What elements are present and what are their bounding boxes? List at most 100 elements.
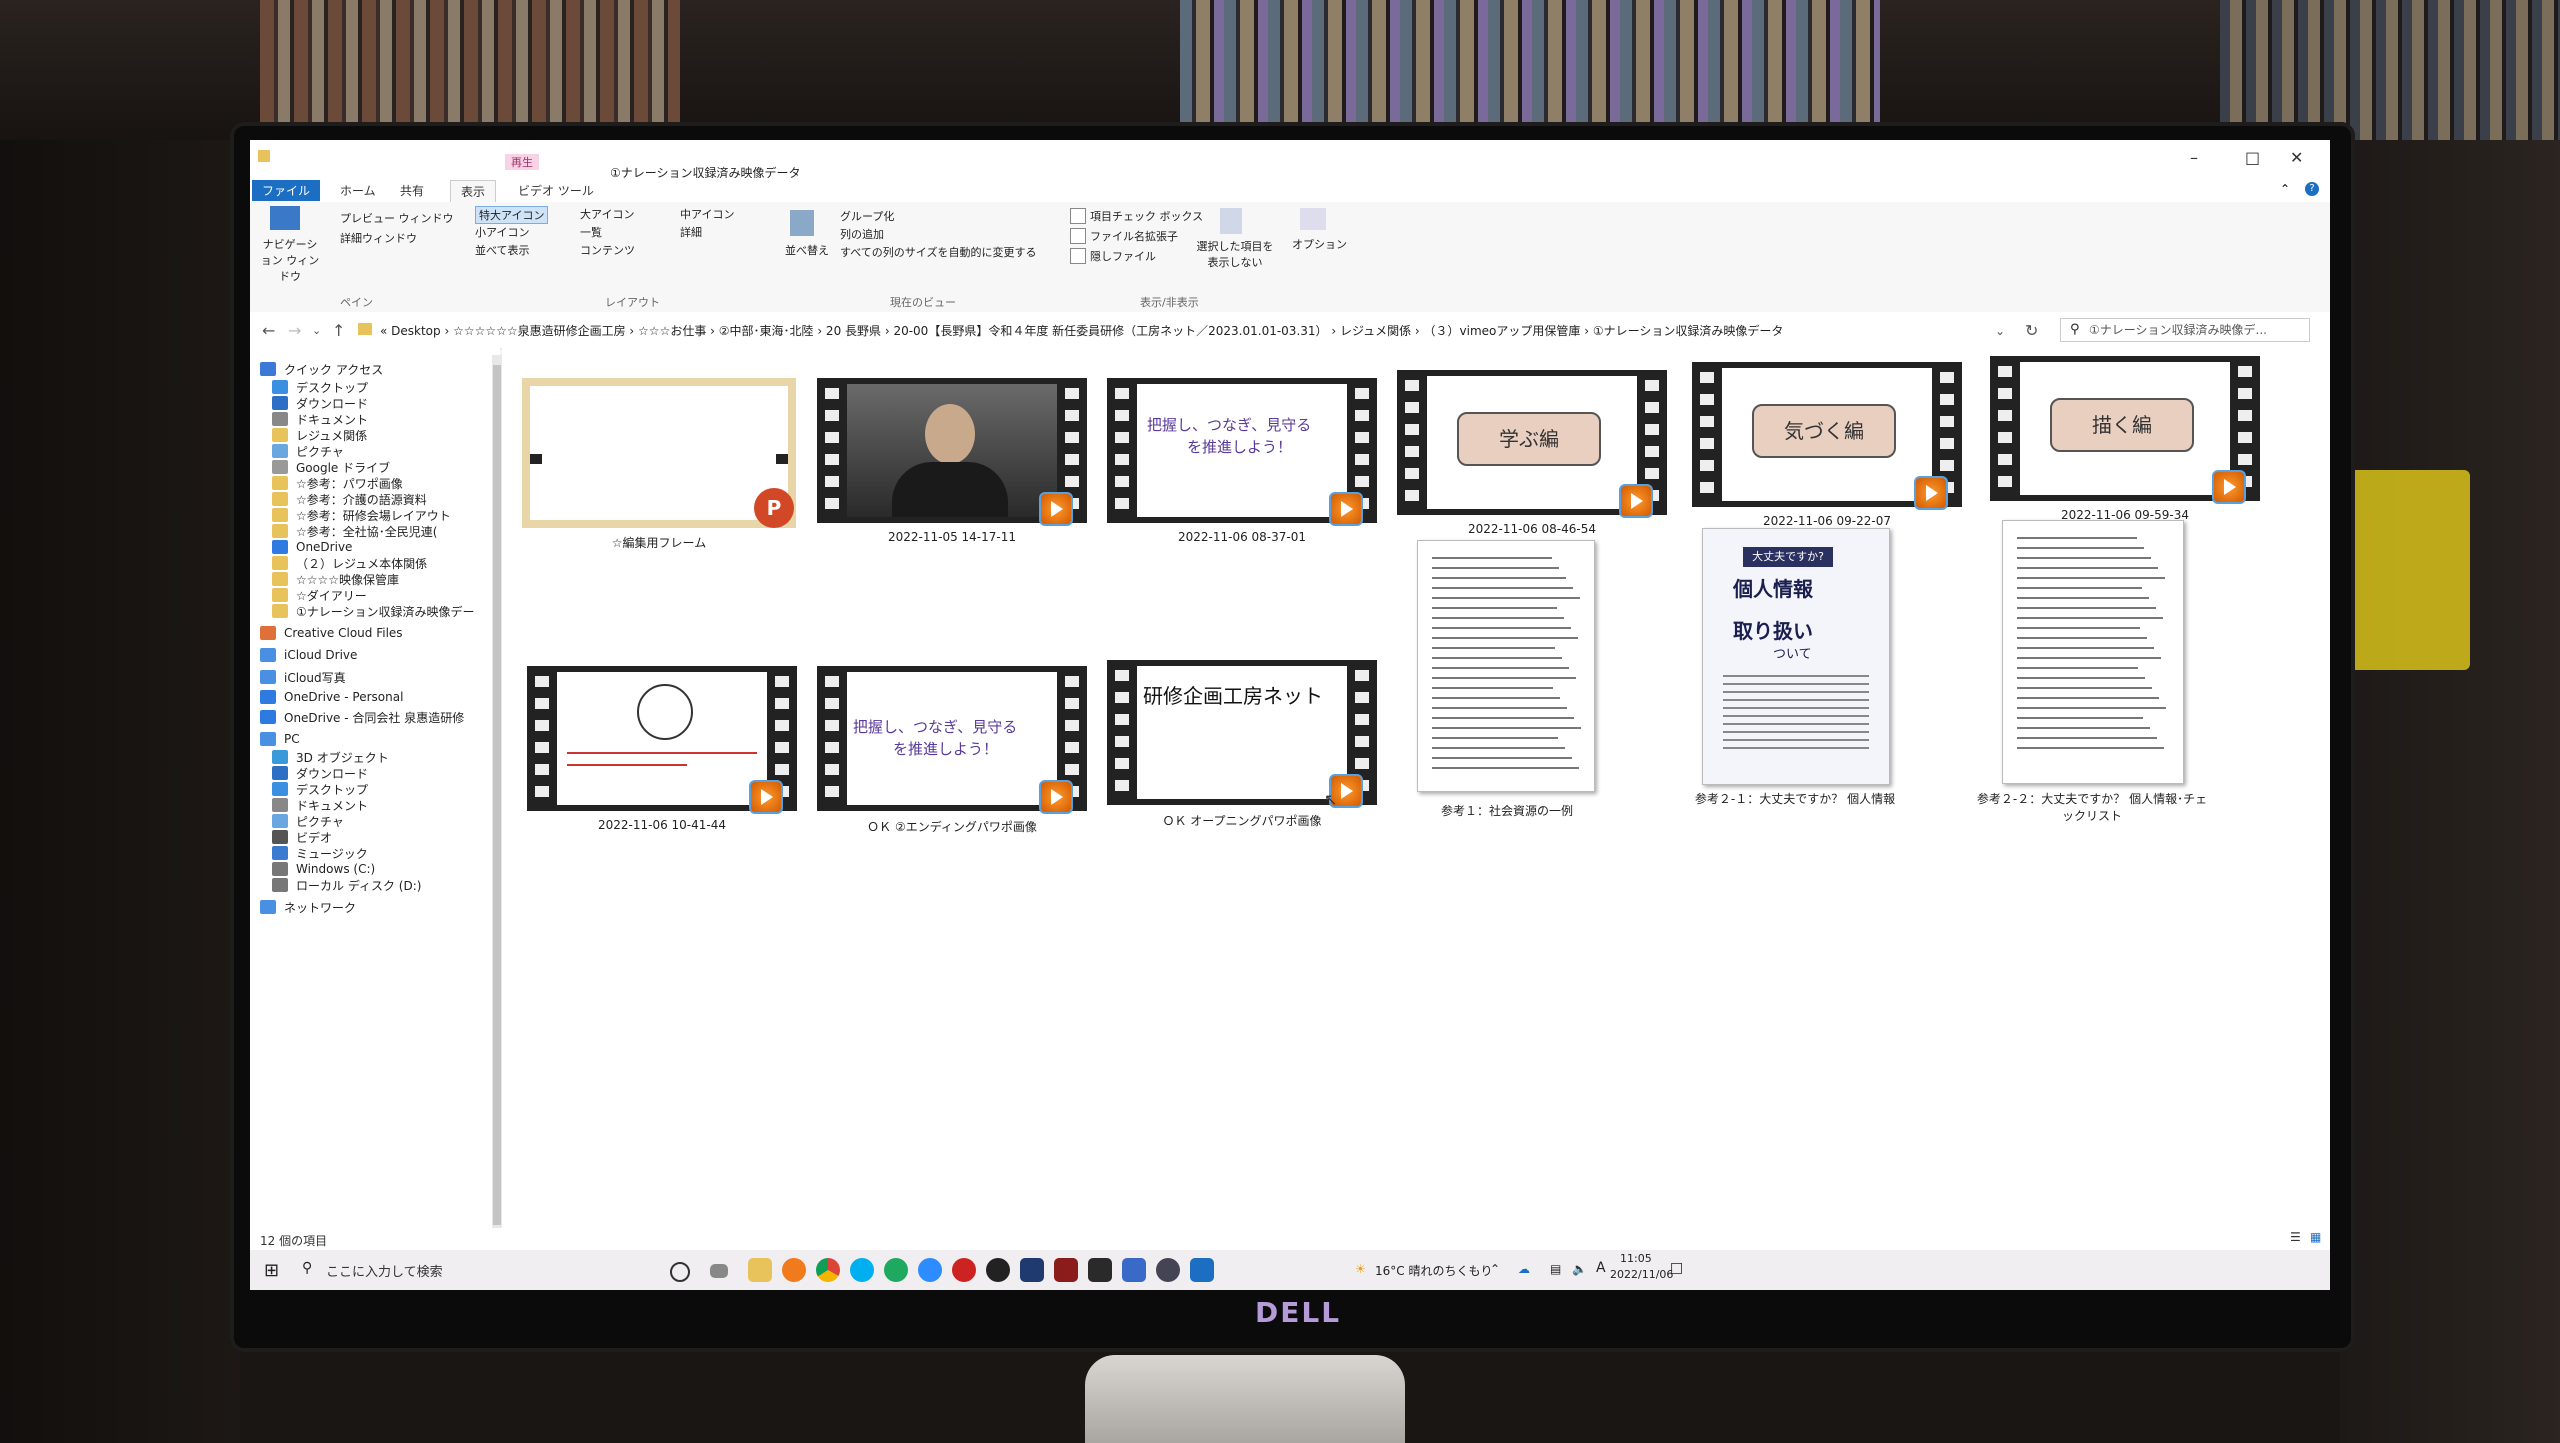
preview-pane-button[interactable]: プレビュー ウィンドウ	[340, 210, 454, 226]
tab-view[interactable]: 表示	[450, 180, 497, 202]
app-icon[interactable]	[1122, 1258, 1146, 1282]
sprocket-hole	[1115, 476, 1129, 487]
tiles-option[interactable]: 並べて表示	[475, 242, 530, 258]
details-view-icon[interactable]: ☰	[2290, 1230, 2301, 1244]
document-text-line	[2017, 557, 2151, 559]
task-view-icon[interactable]	[710, 1264, 728, 1278]
details-pane-button[interactable]: 詳細ウィンドウ	[340, 230, 417, 246]
close-icon[interactable]: ✕	[2290, 148, 2303, 167]
sprocket-hole	[1645, 446, 1659, 457]
navigation-pane-button[interactable]: ナビゲーション ウィンドウ	[258, 236, 322, 284]
app-icon[interactable]	[1020, 1258, 1044, 1282]
title-bar: 再生 ①ナレーション収録済み映像データ – □ ✕	[250, 140, 2330, 180]
ribbon: ナビゲーション ウィンドウ プレビュー ウィンドウ 詳細ウィンドウ 特大アイコン…	[250, 202, 2330, 313]
maximize-icon[interactable]: □	[2245, 148, 2260, 167]
taskbar-search-input[interactable]: ここに入力して検索	[326, 1261, 443, 1280]
zoom-icon[interactable]	[918, 1258, 942, 1282]
clock-date[interactable]: 2022/11/06	[1610, 1268, 1673, 1281]
options-button[interactable]: オプション	[1292, 236, 1347, 252]
sprocket-hole	[1405, 468, 1419, 479]
chrome-icon[interactable]	[816, 1258, 840, 1282]
sprocket-hole	[1645, 380, 1659, 391]
camera-icon[interactable]	[1156, 1258, 1180, 1282]
content-option[interactable]: コンテンツ	[580, 242, 635, 258]
back-arrow-icon[interactable]: ←	[262, 321, 275, 340]
nav-item[interactable]: ①ナレーション収録済み映像デー	[272, 600, 475, 622]
nav-item[interactable]: Creative Cloud Files	[260, 622, 403, 644]
up-arrow-icon[interactable]: ↑	[332, 321, 345, 340]
forward-arrow-icon[interactable]: →	[288, 321, 301, 340]
sprocket-hole	[2238, 366, 2252, 377]
size-columns-button[interactable]: すべての列のサイズを自動的に変更する	[840, 244, 1036, 260]
pamphlet-title: 個人情報	[1733, 577, 1813, 601]
taskbar: ⊞ ⚲ ここに入力して検索 ☀ 16°C 晴れのちくもり ⌃ ☁ ▤ 🔈 A 1…	[250, 1250, 2330, 1290]
large-icons-view-icon[interactable]: ▦	[2310, 1230, 2321, 1244]
start-icon[interactable]: ⊞	[264, 1260, 279, 1281]
hide-selected-button[interactable]: 選択した項目を表示しない	[1195, 238, 1275, 270]
sprocket-hole	[1355, 432, 1369, 443]
nav-item[interactable]: OneDrive - Personal	[260, 686, 403, 708]
app-icon[interactable]	[1054, 1258, 1078, 1282]
sort-by-button[interactable]: 並べ替え	[785, 242, 829, 258]
extra-large-icons-option[interactable]: 特大アイコン	[475, 206, 549, 224]
tab-file[interactable]: ファイル	[252, 180, 321, 201]
tab-video-tools[interactable]: ビデオ ツール	[508, 180, 604, 201]
help-icon[interactable]: ?	[2305, 182, 2319, 196]
hidden-files-toggle[interactable]	[1070, 248, 1086, 264]
medium-icons-option[interactable]: 中アイコン	[680, 206, 734, 222]
skype-icon[interactable]	[850, 1258, 874, 1282]
record-icon[interactable]	[952, 1258, 976, 1282]
outlook-icon[interactable]	[1190, 1258, 1214, 1282]
network-icon[interactable]: ▤	[1550, 1262, 1561, 1276]
document-text-line	[2017, 737, 2157, 739]
nav-scrollbar-thumb[interactable]	[493, 365, 501, 1225]
firefox-icon[interactable]	[782, 1258, 806, 1282]
group-by-button[interactable]: グループ化	[840, 208, 894, 224]
recent-chevron-icon[interactable]: ⌄	[312, 324, 321, 337]
refresh-icon[interactable]: ↻	[2025, 321, 2038, 340]
chevron-up-icon[interactable]: ⌃	[1490, 1262, 1500, 1276]
file-view: P ☆編集用フレーム 2022-11-05 14-17-11 把握し、つなぎ、見…	[502, 348, 2330, 1228]
nav-item[interactable]: iCloud写真	[260, 666, 346, 688]
tab-share[interactable]: 共有	[390, 180, 434, 201]
cortana-icon[interactable]	[670, 1262, 690, 1282]
edge-icon[interactable]	[884, 1258, 908, 1282]
sprocket-hole	[1355, 692, 1369, 703]
breadcrumb[interactable]: « Desktop › ☆☆☆☆☆☆泉惠造研修企画工房 › ☆☆☆お仕事 › ②…	[380, 322, 1783, 339]
document-text-line	[1432, 577, 1566, 579]
nav-item[interactable]: OneDrive - 合同会社 泉惠造研修	[260, 706, 464, 728]
volume-icon[interactable]: 🔈	[1572, 1262, 1587, 1276]
chevron-down-icon[interactable]: ⌄	[1995, 324, 2005, 338]
search-input[interactable]: ①ナレーション収録済み映像デ...	[2060, 318, 2310, 342]
obs-icon[interactable]	[986, 1258, 1010, 1282]
large-icons-option[interactable]: 大アイコン	[580, 206, 634, 222]
ime-indicator[interactable]: A	[1596, 1260, 1606, 1276]
onedrive-icon[interactable]: ☁	[1518, 1262, 1530, 1276]
notification-icon[interactable]: □	[1670, 1260, 1683, 1276]
tab-home[interactable]: ホーム	[330, 180, 386, 201]
folder-icon	[260, 362, 276, 376]
item-checkbox-toggle[interactable]	[1070, 208, 1086, 224]
chevron-up-icon[interactable]: ⌃	[2280, 182, 2290, 196]
sprocket-hole	[1115, 736, 1129, 747]
document-text-line	[2017, 697, 2159, 699]
nav-item[interactable]: iCloud Drive	[260, 644, 357, 666]
file-explorer-icon[interactable]	[748, 1258, 772, 1282]
extension-checkbox-toggle[interactable]	[1070, 228, 1086, 244]
add-columns-button[interactable]: 列の追加	[840, 226, 884, 242]
video-frame: 学ぶ編	[1427, 376, 1637, 509]
list-option[interactable]: 一覧	[580, 224, 602, 240]
details-option[interactable]: 詳細	[680, 224, 702, 240]
folder-icon	[260, 648, 276, 662]
weather-text[interactable]: 16°C 晴れのちくもり	[1375, 1262, 1492, 1279]
nav-item[interactable]: ローカル ディスク (D:)	[272, 874, 421, 896]
sprocket-hole	[535, 786, 549, 797]
nav-item[interactable]: ネットワーク	[260, 896, 356, 918]
app-icon[interactable]	[1088, 1258, 1112, 1282]
sprocket-hole	[1065, 454, 1079, 465]
minimize-icon[interactable]: –	[2190, 148, 2198, 167]
nav-scrollbar[interactable]	[492, 355, 502, 1235]
small-icons-option[interactable]: 小アイコン	[475, 224, 529, 240]
clock-time[interactable]: 11:05	[1620, 1252, 1652, 1265]
sprocket-hole	[1355, 736, 1369, 747]
